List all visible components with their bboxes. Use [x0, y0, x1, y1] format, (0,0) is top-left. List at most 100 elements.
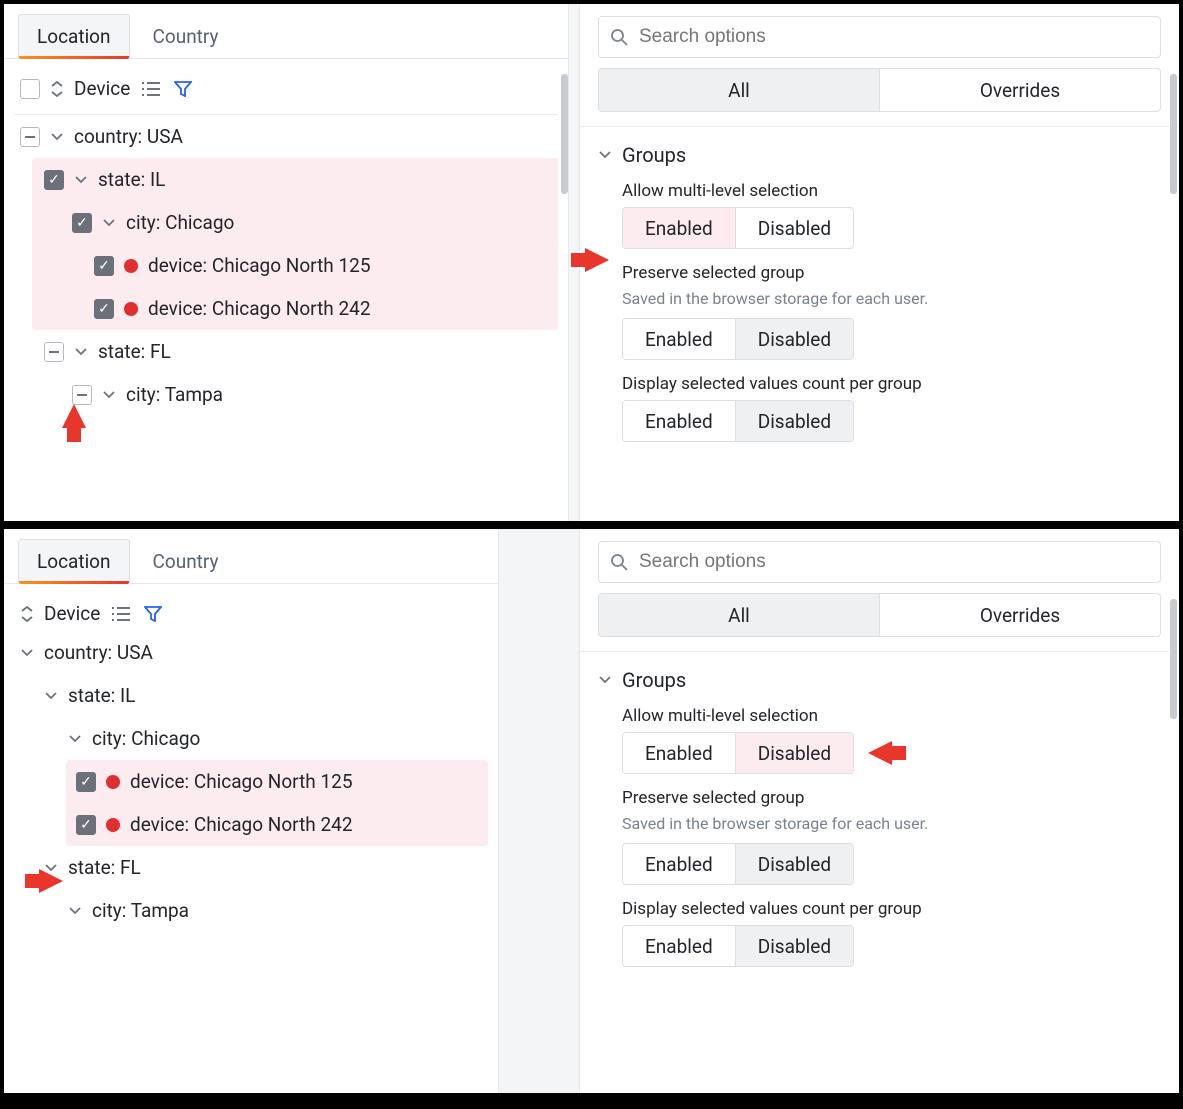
- tab-country[interactable]: Country: [134, 14, 238, 58]
- collapse-all-icon[interactable]: [20, 607, 34, 621]
- section-groups-title: Groups: [622, 143, 686, 167]
- toggle-preserve-disabled[interactable]: Disabled: [735, 844, 853, 884]
- segment-all[interactable]: All: [599, 594, 879, 636]
- node-state-il[interactable]: state: IL: [68, 684, 482, 707]
- section-groups-title: Groups: [622, 668, 686, 692]
- search-icon: [610, 28, 628, 46]
- scrollbar[interactable]: [1170, 74, 1177, 194]
- checkbox-device-chi-125[interactable]: ✓: [94, 256, 114, 276]
- checkbox-city-tampa[interactable]: [72, 385, 92, 405]
- toggle-count-enabled[interactable]: Enabled: [623, 926, 735, 966]
- checkbox-city-chicago[interactable]: ✓: [72, 213, 92, 233]
- node-city-tampa[interactable]: city: Tampa: [126, 383, 552, 406]
- node-country-usa[interactable]: country: USA: [74, 125, 552, 148]
- annotation-arrow-icon: [39, 869, 63, 893]
- toggle-multi-enabled[interactable]: Enabled: [623, 208, 735, 248]
- tab-country[interactable]: Country: [134, 539, 238, 583]
- opt-preserve-label: Preserve selected group: [622, 263, 1161, 283]
- chevron-down-icon[interactable]: [44, 689, 58, 703]
- node-device-chi-125[interactable]: device: Chicago North 125: [148, 254, 552, 277]
- toggle-multi-level: Enabled Disabled: [622, 732, 854, 774]
- checkbox-device-chi-125[interactable]: ✓: [76, 772, 96, 792]
- node-city-chicago[interactable]: city: Chicago: [92, 727, 482, 750]
- checkbox-device-chi-242[interactable]: ✓: [76, 815, 96, 835]
- segment-overrides[interactable]: Overrides: [879, 594, 1160, 636]
- collapse-all-icon[interactable]: [50, 82, 64, 96]
- node-device-chi-242[interactable]: device: Chicago North 242: [130, 813, 482, 836]
- opt-preserve-label: Preserve selected group: [622, 788, 1161, 808]
- segment-all[interactable]: All: [599, 69, 879, 111]
- tab-location[interactable]: Location: [18, 539, 130, 583]
- toggle-multi-level: Enabled Disabled: [622, 207, 854, 249]
- opt-multi-label: Allow multi-level selection: [622, 706, 1161, 726]
- annotation-arrow-icon: [868, 741, 892, 765]
- toggle-multi-disabled[interactable]: Disabled: [735, 208, 853, 248]
- scrollbar[interactable]: [1170, 599, 1177, 719]
- opt-count-label: Display selected values count per group: [622, 899, 1161, 919]
- tree-header-label: Device: [74, 77, 130, 100]
- chevron-down-icon[interactable]: [598, 148, 612, 162]
- toggle-preserve-enabled[interactable]: Enabled: [623, 319, 735, 359]
- segment-filter: All Overrides: [598, 68, 1161, 112]
- search-input[interactable]: [598, 16, 1161, 58]
- chevron-down-icon[interactable]: [74, 173, 88, 187]
- node-state-il[interactable]: state: IL: [98, 168, 552, 191]
- checkbox-all[interactable]: [20, 79, 40, 99]
- toggle-count: Enabled Disabled: [622, 400, 854, 442]
- toggle-preserve: Enabled Disabled: [622, 843, 854, 885]
- status-dot-icon: [124, 259, 138, 273]
- checkbox-state-fl[interactable]: [44, 342, 64, 362]
- checkbox-country-usa[interactable]: [20, 127, 40, 147]
- opt-count-label: Display selected values count per group: [622, 374, 1161, 394]
- toggle-multi-enabled[interactable]: Enabled: [623, 733, 735, 773]
- checkbox-state-il[interactable]: ✓: [44, 170, 64, 190]
- toggle-count: Enabled Disabled: [622, 925, 854, 967]
- chevron-down-icon[interactable]: [68, 904, 82, 918]
- chevron-down-icon[interactable]: [102, 388, 116, 402]
- list-icon[interactable]: [140, 78, 162, 100]
- filter-icon[interactable]: [172, 78, 194, 100]
- search-icon: [610, 553, 628, 571]
- chevron-down-icon[interactable]: [74, 345, 88, 359]
- tree-header: Device: [14, 71, 558, 115]
- status-dot-icon: [106, 818, 120, 832]
- chevron-down-icon[interactable]: [50, 130, 64, 144]
- tabs: Location Country: [4, 535, 498, 584]
- annotation-arrow-icon: [585, 248, 609, 272]
- tree-header-label: Device: [44, 602, 100, 625]
- segment-overrides[interactable]: Overrides: [879, 69, 1160, 111]
- checkbox-device-chi-242[interactable]: ✓: [94, 299, 114, 319]
- filter-icon[interactable]: [142, 603, 164, 625]
- status-dot-icon: [106, 775, 120, 789]
- node-city-tampa[interactable]: city: Tampa: [92, 899, 482, 922]
- node-device-chi-125[interactable]: device: Chicago North 125: [130, 770, 482, 793]
- opt-preserve-help: Saved in the browser storage for each us…: [622, 289, 1161, 308]
- chevron-down-icon[interactable]: [20, 646, 34, 660]
- scrollbar[interactable]: [561, 74, 568, 194]
- annotation-arrow-icon: [62, 404, 86, 428]
- toggle-count-disabled[interactable]: Disabled: [735, 401, 853, 441]
- search-input[interactable]: [598, 541, 1161, 583]
- tab-location[interactable]: Location: [18, 14, 130, 58]
- chevron-down-icon[interactable]: [68, 732, 82, 746]
- toggle-preserve-enabled[interactable]: Enabled: [623, 844, 735, 884]
- toggle-preserve-disabled[interactable]: Disabled: [735, 319, 853, 359]
- node-city-chicago[interactable]: city: Chicago: [126, 211, 552, 234]
- toggle-preserve: Enabled Disabled: [622, 318, 854, 360]
- node-device-chi-242[interactable]: device: Chicago North 242: [148, 297, 552, 320]
- opt-preserve-help: Saved in the browser storage for each us…: [622, 814, 1161, 833]
- tree-header: Device: [14, 596, 488, 631]
- toggle-multi-disabled[interactable]: Disabled: [735, 733, 853, 773]
- tabs: Location Country: [4, 10, 568, 59]
- chevron-down-icon[interactable]: [598, 673, 612, 687]
- opt-multi-label: Allow multi-level selection: [622, 181, 1161, 201]
- node-country-usa[interactable]: country: USA: [44, 641, 482, 664]
- node-state-fl[interactable]: state: FL: [98, 340, 552, 363]
- list-icon[interactable]: [110, 603, 132, 625]
- segment-filter: All Overrides: [598, 593, 1161, 637]
- status-dot-icon: [124, 302, 138, 316]
- chevron-down-icon[interactable]: [102, 216, 116, 230]
- toggle-count-disabled[interactable]: Disabled: [735, 926, 853, 966]
- node-state-fl[interactable]: state: FL: [68, 856, 482, 879]
- toggle-count-enabled[interactable]: Enabled: [623, 401, 735, 441]
